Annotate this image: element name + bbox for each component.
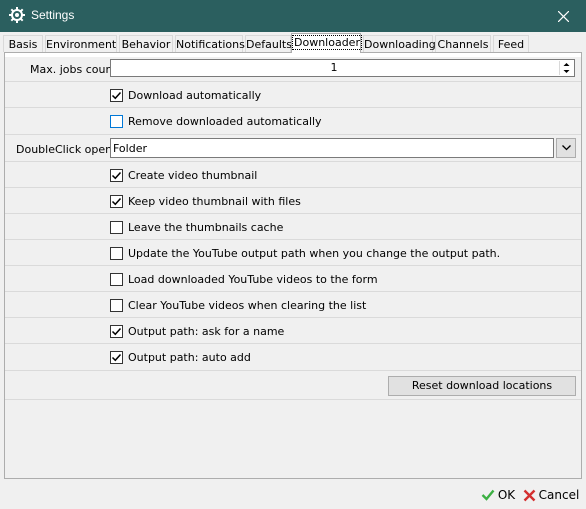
update-output-path-checkbox[interactable]	[110, 247, 123, 260]
row-download-auto	[5, 82, 581, 108]
keep-thumbnail-label: Keep video thumbnail with files	[128, 195, 301, 208]
row-create-thumb	[5, 162, 581, 188]
gear-icon	[9, 7, 25, 23]
cancel-label: Cancel	[538, 488, 580, 502]
tab-downloading[interactable]: Downloading	[363, 35, 436, 52]
close-button[interactable]	[540, 0, 586, 32]
tab-defaults[interactable]: Defaults	[245, 35, 292, 52]
close-icon	[557, 10, 569, 22]
tab-downloader[interactable]: Downloader	[291, 33, 362, 53]
clear-youtube-label: Clear YouTube videos when clearing the l…	[128, 299, 367, 312]
tab-notifications[interactable]: Notifications	[175, 35, 245, 52]
auto-add-checkbox[interactable]	[110, 351, 123, 364]
load-downloaded-checkbox[interactable]	[110, 273, 123, 286]
ask-name-label: Output path: ask for a name	[128, 325, 285, 338]
doubleclick-label: DoubleClick opens	[16, 143, 118, 156]
clear-youtube-checkbox[interactable]	[110, 299, 123, 312]
tab-basis[interactable]: Basis	[3, 35, 43, 52]
spinner-arrows[interactable]	[559, 61, 573, 75]
max-jobs-label: Max. jobs count	[30, 63, 117, 76]
create-thumbnail-checkbox[interactable]	[110, 169, 123, 182]
reset-download-locations-button[interactable]: Reset download locations	[388, 376, 576, 396]
create-thumbnail-label: Create video thumbnail	[128, 169, 258, 182]
doubleclick-combo[interactable]: Folder	[110, 138, 554, 158]
tab-downloader-label: Downloader	[292, 35, 362, 50]
checkmark-icon	[111, 171, 122, 180]
tab-strip: Basis Environment Behavior Notifications…	[3, 33, 583, 53]
update-output-path-label: Update the YouTube output path when you …	[128, 247, 501, 260]
checkmark-icon	[111, 91, 122, 100]
spinner-up-icon[interactable]	[560, 61, 573, 68]
cancel-button[interactable]: Cancel	[521, 484, 581, 506]
download-auto-label: Download automatically	[128, 89, 262, 102]
row-empty	[5, 400, 581, 478]
max-jobs-spinner[interactable]: 1	[110, 59, 575, 77]
auto-add-label: Output path: auto add	[128, 351, 251, 364]
checkmark-icon	[111, 327, 122, 336]
row-leave-cache	[5, 214, 581, 240]
tab-behavior[interactable]: Behavior	[119, 35, 173, 52]
max-jobs-value: 1	[330, 61, 338, 74]
doubleclick-dropdown-button[interactable]	[556, 138, 576, 158]
title-bar: Settings	[0, 0, 586, 32]
tab-environment[interactable]: Environment	[45, 35, 117, 52]
checkmark-icon	[111, 197, 122, 206]
download-auto-checkbox[interactable]	[110, 89, 123, 102]
doubleclick-value: Folder	[113, 142, 147, 155]
ok-button[interactable]: OK	[477, 484, 519, 506]
remove-downloaded-checkbox[interactable]	[110, 115, 123, 128]
leave-cache-checkbox[interactable]	[110, 221, 123, 234]
keep-thumbnail-checkbox[interactable]	[110, 195, 123, 208]
window-title: Settings	[31, 8, 75, 22]
load-downloaded-label: Load downloaded YouTube videos to the fo…	[128, 273, 378, 286]
remove-downloaded-label: Remove downloaded automatically	[128, 115, 322, 128]
leave-cache-label: Leave the thumbnails cache	[128, 221, 284, 234]
tab-channels[interactable]: Channels	[435, 35, 491, 52]
chevron-down-icon	[561, 145, 571, 151]
row-ask-name	[5, 318, 581, 344]
tab-feed[interactable]: Feed	[493, 35, 529, 52]
check-icon	[481, 489, 495, 501]
checkmark-icon	[111, 353, 122, 362]
ask-name-checkbox[interactable]	[110, 325, 123, 338]
ok-label: OK	[497, 488, 516, 502]
row-auto-add	[5, 344, 581, 371]
cancel-x-icon	[523, 489, 536, 501]
spinner-down-icon[interactable]	[560, 68, 573, 75]
